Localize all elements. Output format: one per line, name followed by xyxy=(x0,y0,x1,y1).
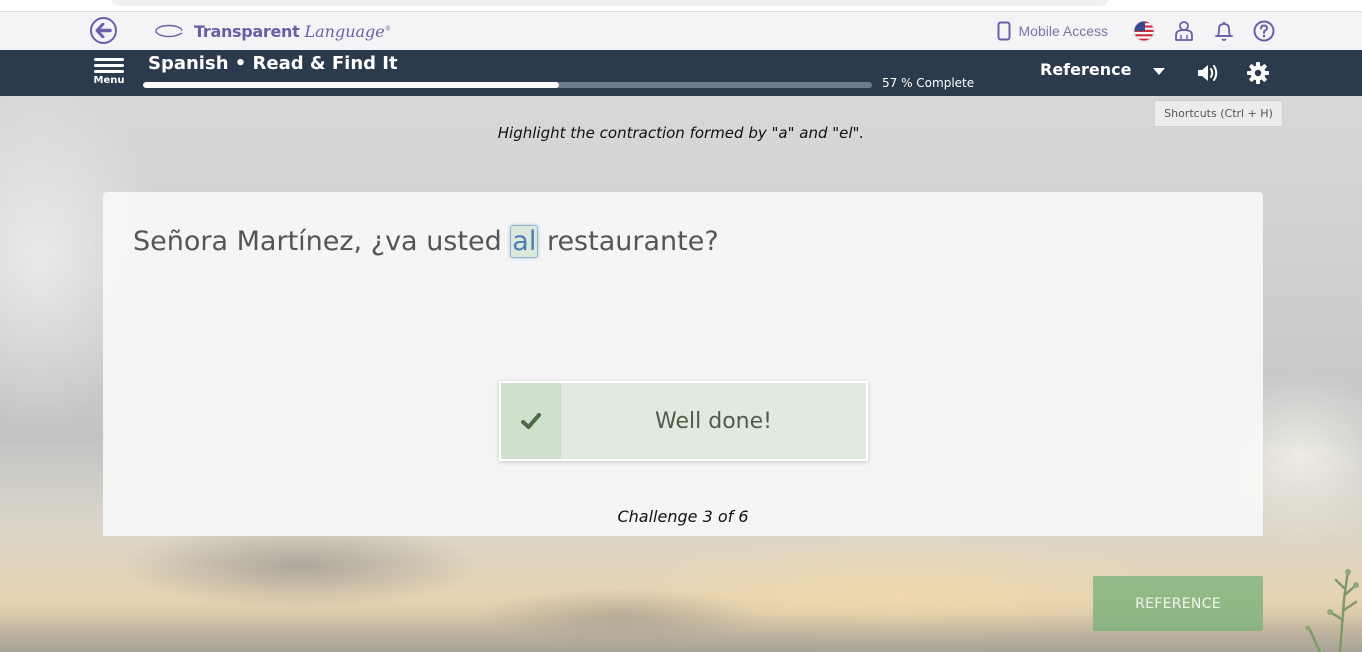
caret-down-icon xyxy=(1153,67,1166,75)
back-button[interactable] xyxy=(90,17,117,44)
registered-mark: ® xyxy=(384,25,391,33)
progress-bar-fill xyxy=(143,82,559,88)
browser-address-bar-edge xyxy=(110,0,1110,6)
logo-text-language: Language xyxy=(304,21,385,41)
sentence-word[interactable]: ¿va xyxy=(371,226,418,257)
logo-swoosh-icon xyxy=(155,24,186,38)
sentence-word[interactable]: restaurante? xyxy=(547,226,719,257)
help-icon xyxy=(1253,20,1275,42)
feedback-text: Well done! xyxy=(655,408,772,434)
reference-dropdown-label: Reference xyxy=(1040,60,1132,79)
menu-icon-bar xyxy=(94,58,124,61)
gear-icon xyxy=(1247,62,1269,84)
speaker-icon xyxy=(1198,65,1218,81)
checkmark-icon xyxy=(521,413,541,429)
sentence-word-highlighted[interactable]: al xyxy=(510,225,539,258)
reference-button[interactable]: REFERENCE xyxy=(1093,576,1263,631)
shortcuts-tooltip[interactable]: Shortcuts (Ctrl + H) xyxy=(1154,100,1283,127)
exercise-sentence: Señora Martínez, ¿va usted al restaurant… xyxy=(133,225,719,258)
top-header: Transparent Language® Mobile Access xyxy=(0,12,1362,50)
feedback-banner: Well done! xyxy=(499,381,868,461)
challenge-counter: Challenge 3 of 6 xyxy=(617,506,749,526)
menu-icon-bar xyxy=(94,64,124,67)
sentence-word[interactable]: usted xyxy=(426,226,502,257)
exercise-instruction: Highlight the contraction formed by "a" … xyxy=(497,124,865,142)
bell-icon xyxy=(1215,21,1233,41)
back-arrow-icon xyxy=(95,23,112,38)
settings-button[interactable] xyxy=(1246,61,1270,85)
help-button[interactable] xyxy=(1252,19,1276,43)
browser-chrome-strip xyxy=(0,0,1362,12)
lesson-title: Spanish • Read & Find It xyxy=(148,53,398,74)
mobile-access-label: Mobile Access xyxy=(1018,23,1108,39)
logo-text-italic: Language® xyxy=(305,22,391,41)
sentence-word[interactable]: Señora xyxy=(133,226,228,257)
menu-button[interactable]: Menu xyxy=(92,56,126,92)
transparent-language-logo[interactable]: Transparent Language® xyxy=(154,19,391,43)
us-flag-icon xyxy=(1133,20,1155,42)
reference-dropdown[interactable]: Reference xyxy=(1040,60,1166,79)
progress-bar xyxy=(143,82,872,88)
menu-icon-bar xyxy=(94,70,124,73)
mobile-access-link[interactable]: Mobile Access xyxy=(997,21,1108,41)
language-flag-button[interactable] xyxy=(1132,19,1156,43)
notifications-button[interactable] xyxy=(1212,19,1236,43)
logo-text-bold: Transparent xyxy=(194,21,300,41)
progress-label: 57 % Complete xyxy=(882,76,975,90)
menu-label: Menu xyxy=(93,75,125,86)
sentence-word[interactable]: Martínez, xyxy=(237,226,363,257)
exercise-card: Señora Martínez, ¿va usted al restaurant… xyxy=(103,192,1263,536)
audio-button[interactable] xyxy=(1196,62,1220,84)
profile-button[interactable] xyxy=(1172,19,1196,43)
header-actions: Mobile Access xyxy=(997,18,1276,44)
user-icon xyxy=(1175,21,1193,41)
feedback-icon-cell xyxy=(501,383,561,459)
background-plant xyxy=(1305,568,1359,652)
phone-icon xyxy=(997,21,1011,41)
lesson-navbar: Menu Spanish • Read & Find It 57 % Compl… xyxy=(0,50,1362,96)
card-footer: Challenge 3 of 6 xyxy=(103,496,1263,536)
